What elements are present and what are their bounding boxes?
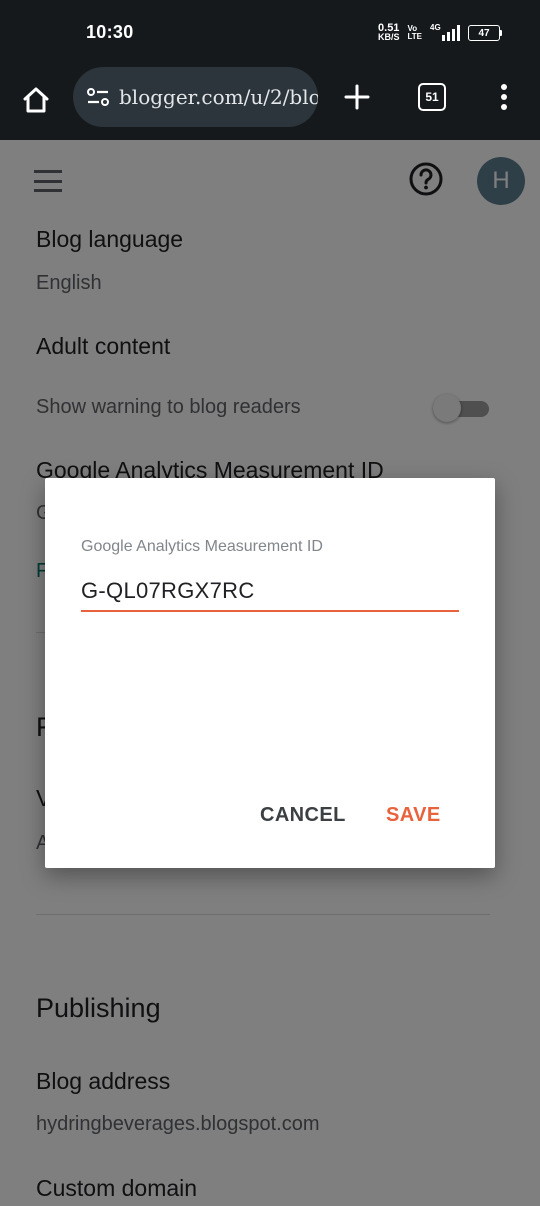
site-settings-icon[interactable]	[85, 84, 111, 110]
plus-icon	[344, 84, 370, 110]
new-tab-button[interactable]	[340, 80, 374, 114]
status-bar: 10:30 0.51 KB/S Vo LTE 4G 47	[0, 0, 540, 66]
url-text: blogger.com/u/2/blog/settings	[119, 85, 318, 109]
browser-toolbar: blogger.com/u/2/blog/settings 51	[0, 66, 540, 140]
volte-bottom: LTE	[407, 32, 422, 41]
status-time: 10:30	[86, 22, 134, 42]
status-indicators: 0.51 KB/S Vo LTE 4G 47	[378, 22, 502, 44]
analytics-id-input[interactable]	[81, 572, 459, 612]
home-icon	[23, 87, 49, 113]
network-type: 4G	[430, 23, 441, 32]
tab-count: 51	[425, 90, 439, 104]
analytics-id-field-label: Google Analytics Measurement ID	[81, 538, 323, 555]
save-button[interactable]: SAVE	[386, 804, 441, 827]
cancel-button[interactable]: CANCEL	[260, 804, 346, 827]
analytics-id-dialog: Google Analytics Measurement ID CANCEL S…	[45, 478, 495, 868]
more-vert-icon	[501, 84, 507, 90]
battery-level: 47	[478, 27, 490, 39]
address-bar[interactable]: blogger.com/u/2/blog/settings	[73, 67, 318, 127]
network-speed-unit: KB/S	[377, 32, 400, 42]
home-button[interactable]	[18, 82, 54, 118]
browser-menu-button[interactable]	[494, 80, 514, 114]
tab-switcher-button[interactable]: 51	[418, 83, 446, 111]
network-speed: 0.51 KB/S	[377, 23, 400, 42]
battery-icon: 47	[468, 25, 502, 41]
signal-strength-icon: 4G	[430, 23, 460, 41]
volte-indicator: Vo LTE	[407, 25, 422, 41]
